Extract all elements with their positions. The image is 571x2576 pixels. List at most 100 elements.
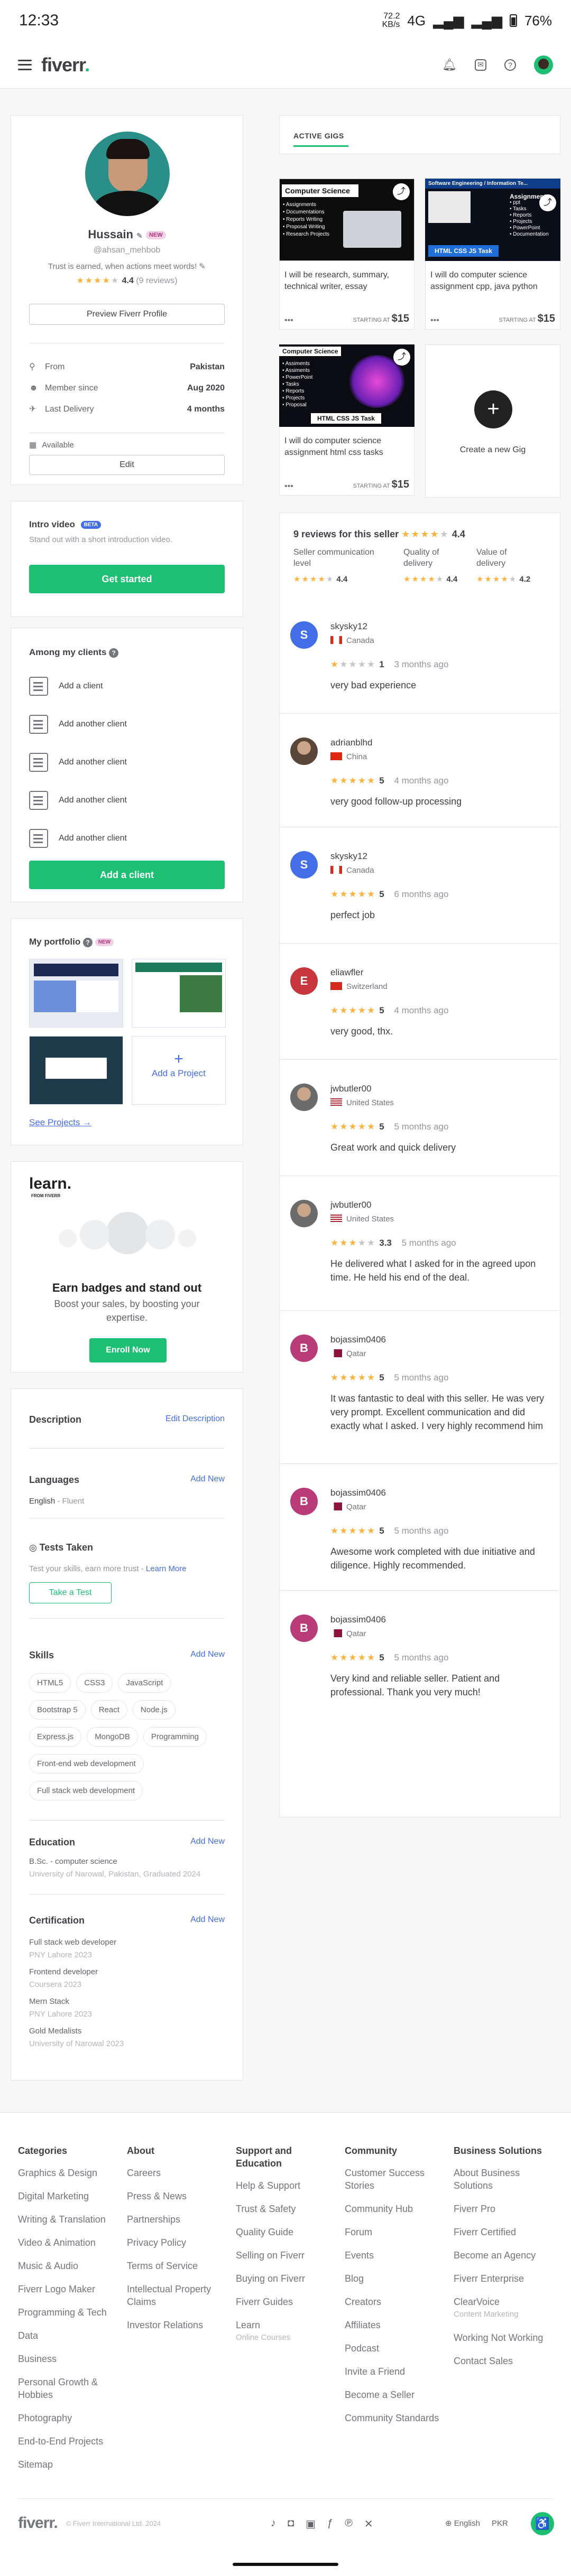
footer-link[interactable]: Fiverr Guides bbox=[236, 2295, 331, 2308]
instagram-icon[interactable]: ◘ bbox=[288, 2517, 294, 2531]
footer-link[interactable]: Fiverr Pro bbox=[454, 2202, 554, 2215]
client-row[interactable]: Add another client bbox=[29, 819, 225, 857]
footer-link[interactable]: Digital Marketing bbox=[18, 2190, 113, 2202]
notification-bell-icon[interactable]: 🔔︎ bbox=[442, 58, 457, 72]
x-icon[interactable]: ✕ bbox=[364, 2517, 373, 2531]
edit-name-icon[interactable]: ✎ bbox=[136, 231, 143, 240]
footer-link[interactable]: Intellectual Property Claims bbox=[127, 2283, 222, 2308]
accessibility-icon[interactable]: ♿ bbox=[531, 2512, 554, 2535]
currency-selector[interactable]: PKR bbox=[492, 2519, 508, 2528]
footer-link[interactable]: Investor Relations bbox=[127, 2319, 222, 2331]
client-row[interactable]: Add another client bbox=[29, 743, 225, 781]
gig-more-icon[interactable]: ••• bbox=[284, 482, 293, 491]
gig-card[interactable]: Computer Science • Assignments • Document… bbox=[279, 179, 415, 332]
footer-link[interactable]: Invite a Friend bbox=[345, 2365, 440, 2378]
footer-link[interactable]: Personal Growth & Hobbies bbox=[18, 2376, 113, 2401]
linkedin-icon[interactable]: ▣ bbox=[306, 2517, 316, 2531]
pinterest-icon[interactable]: ℗ bbox=[345, 2517, 353, 2531]
messages-icon[interactable]: ✉ bbox=[475, 59, 486, 71]
footer-link[interactable]: Trust & Safety bbox=[236, 2202, 331, 2215]
create-gig-card[interactable]: + Create a new Gig bbox=[425, 344, 560, 498]
footer-link[interactable]: Blog bbox=[345, 2272, 440, 2285]
portfolio-thumb[interactable] bbox=[29, 959, 123, 1028]
add-education-link[interactable]: Add New bbox=[190, 1837, 225, 1848]
portfolio-thumb[interactable] bbox=[132, 959, 226, 1028]
footer-link[interactable]: End-to-End Projects bbox=[18, 2435, 113, 2448]
edit-availability-button[interactable]: Edit bbox=[29, 455, 225, 475]
portfolio-thumb[interactable] bbox=[29, 1036, 123, 1105]
footer-link[interactable]: Press & News bbox=[127, 2190, 222, 2202]
footer-link[interactable]: Customer Success Stories bbox=[345, 2167, 440, 2192]
tiktok-icon[interactable]: ♪ bbox=[271, 2517, 276, 2531]
see-projects-link[interactable]: See Projects → bbox=[29, 1117, 91, 1128]
menu-icon[interactable] bbox=[18, 59, 32, 70]
footer-link[interactable]: Careers bbox=[127, 2167, 222, 2179]
footer-link[interactable]: Fiverr Enterprise bbox=[454, 2272, 554, 2285]
footer-link[interactable]: Graphics & Design bbox=[18, 2167, 113, 2179]
client-row[interactable]: Add another client bbox=[29, 781, 225, 819]
add-certification-link[interactable]: Add New bbox=[190, 1915, 225, 1926]
client-row[interactable]: Add a client bbox=[29, 667, 225, 705]
language-selector[interactable]: ⊕ English bbox=[445, 2518, 480, 2528]
learn-more-link[interactable]: Learn More bbox=[146, 1564, 187, 1573]
footer-link[interactable]: Help & Support bbox=[236, 2179, 331, 2192]
gig-more-icon[interactable]: ••• bbox=[284, 316, 293, 325]
tab-active-gigs[interactable]: ACTIVE GIGS bbox=[293, 132, 344, 140]
add-language-link[interactable]: Add New bbox=[190, 1474, 225, 1486]
footer-link[interactable]: Quality Guide bbox=[236, 2226, 331, 2238]
footer-link[interactable]: Terms of Service bbox=[127, 2260, 222, 2272]
info-icon[interactable]: ? bbox=[83, 938, 93, 947]
footer-link[interactable]: ClearVoice bbox=[454, 2295, 554, 2308]
footer-logo[interactable]: fiverr. bbox=[18, 2514, 58, 2532]
footer-link[interactable]: Privacy Policy bbox=[127, 2236, 222, 2249]
footer-link[interactable]: Learn bbox=[236, 2319, 331, 2331]
footer-link[interactable]: Programming & Tech bbox=[18, 2306, 113, 2319]
footer-link[interactable]: Contact Sales bbox=[454, 2355, 554, 2367]
share-icon[interactable]: ⤴ bbox=[539, 194, 556, 211]
gig-more-icon[interactable]: ••• bbox=[430, 316, 439, 325]
footer-link[interactable]: Affiliates bbox=[345, 2319, 440, 2331]
share-icon[interactable]: ⤴ bbox=[393, 349, 410, 366]
enroll-now-button[interactable]: Enroll Now bbox=[89, 1338, 167, 1362]
share-icon[interactable]: ⤴ bbox=[393, 183, 410, 200]
add-client-button[interactable]: Add a client bbox=[29, 861, 225, 889]
footer-link[interactable]: Music & Audio bbox=[18, 2260, 113, 2272]
footer-link[interactable]: Photography bbox=[18, 2412, 113, 2424]
footer-link[interactable]: Sitemap bbox=[18, 2458, 113, 2471]
footer-link[interactable]: Data bbox=[18, 2329, 113, 2342]
footer-link[interactable]: Become a Seller bbox=[345, 2388, 440, 2401]
edit-tagline-icon[interactable]: ✎ bbox=[199, 262, 206, 271]
add-skill-link[interactable]: Add New bbox=[190, 1650, 225, 1661]
footer-link[interactable]: Fiverr Logo Maker bbox=[18, 2283, 113, 2295]
preview-profile-button[interactable]: Preview Fiverr Profile bbox=[29, 304, 225, 325]
footer-link[interactable]: Working Not Working bbox=[454, 2331, 554, 2344]
footer-link[interactable]: Community Hub bbox=[345, 2202, 440, 2215]
footer-link[interactable]: Fiverr Certified bbox=[454, 2226, 554, 2238]
footer-link[interactable]: Community Standards bbox=[345, 2412, 440, 2424]
edit-description-link[interactable]: Edit Description bbox=[165, 1414, 225, 1425]
facebook-icon[interactable]: ƒ bbox=[327, 2517, 333, 2531]
footer-link[interactable]: Buying on Fiverr bbox=[236, 2272, 331, 2285]
gig-title[interactable]: I will be research, summary, technical w… bbox=[284, 269, 409, 293]
gig-title[interactable]: I will do computer science assignment ht… bbox=[284, 435, 409, 459]
footer-link[interactable]: Forum bbox=[345, 2226, 440, 2238]
footer-link[interactable]: Partnerships bbox=[127, 2213, 222, 2226]
get-started-button[interactable]: Get started bbox=[29, 565, 225, 593]
client-row[interactable]: Add another client bbox=[29, 705, 225, 743]
footer-link[interactable]: About Business Solutions bbox=[454, 2167, 554, 2192]
take-test-button[interactable]: Take a Test bbox=[29, 1582, 112, 1603]
help-icon[interactable]: ? bbox=[504, 59, 516, 71]
gig-card[interactable]: Computer Science • Assiments • Assiments •… bbox=[279, 344, 415, 498]
footer-link[interactable]: Selling on Fiverr bbox=[236, 2249, 331, 2262]
gig-card[interactable]: Software Engineering / Information Te...… bbox=[425, 179, 560, 332]
footer-link[interactable]: Business bbox=[18, 2353, 113, 2365]
footer-link[interactable]: Podcast bbox=[345, 2342, 440, 2355]
footer-link[interactable]: Video & Animation bbox=[18, 2236, 113, 2249]
user-avatar[interactable] bbox=[534, 55, 553, 74]
gig-title[interactable]: I will do computer science assignment cp… bbox=[430, 269, 555, 293]
footer-link[interactable]: Writing & Translation bbox=[18, 2213, 113, 2226]
footer-link[interactable]: Become an Agency bbox=[454, 2249, 554, 2262]
add-project-tile[interactable]: + Add a Project bbox=[132, 1036, 226, 1105]
fiverr-logo[interactable]: fiverr. bbox=[41, 54, 90, 76]
footer-link[interactable]: Creators bbox=[345, 2295, 440, 2308]
